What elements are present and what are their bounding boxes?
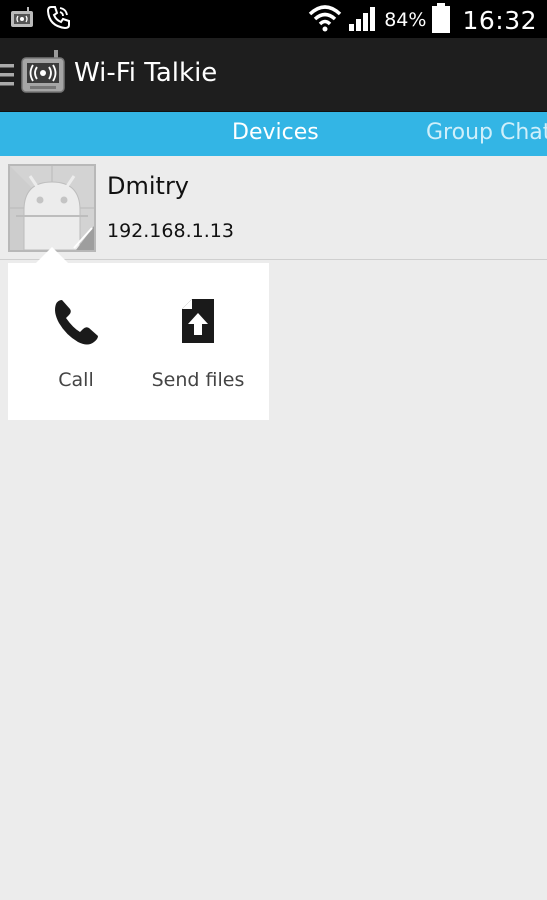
call-button[interactable]: Call (36, 263, 116, 420)
menu-icon[interactable] (0, 62, 14, 92)
avatar (8, 164, 96, 252)
device-name: Dmitry (107, 172, 190, 200)
cell-signal-icon (348, 4, 378, 36)
phone-call-icon (44, 4, 72, 36)
battery-icon (432, 3, 451, 37)
app-title: Wi-Fi Talkie (74, 58, 218, 88)
tab-group-chat[interactable]: Group Chat (426, 120, 547, 145)
device-ip-address: 192.168.1.13 (107, 220, 234, 242)
device-list-item[interactable]: Dmitry 192.168.1.13 (0, 156, 547, 260)
clock: 16:32 (462, 5, 537, 35)
phone-icon (51, 297, 101, 351)
battery-percent: 84% (384, 9, 427, 31)
app-logo-icon[interactable] (20, 50, 66, 100)
action-bar: Wi-Fi Talkie (0, 38, 547, 112)
tab-bar: Devices Group Chat (0, 112, 547, 156)
call-label: Call (58, 369, 94, 391)
send-files-button[interactable]: Send files (138, 263, 258, 420)
popup-arrow (36, 247, 68, 263)
status-bar: 84% 16:32 (0, 0, 547, 38)
wifi-talkie-notification-icon (10, 7, 34, 33)
wifi-signal-icon (308, 4, 342, 36)
status-bar-system: 84% 16:32 (308, 2, 537, 38)
device-actions-popup: Call Send files (8, 263, 269, 420)
android-avatar-icon (10, 166, 94, 250)
status-bar-notifications (10, 4, 72, 36)
send-files-label: Send files (151, 369, 245, 391)
upload-file-icon (178, 297, 218, 349)
tab-devices[interactable]: Devices (232, 120, 319, 145)
